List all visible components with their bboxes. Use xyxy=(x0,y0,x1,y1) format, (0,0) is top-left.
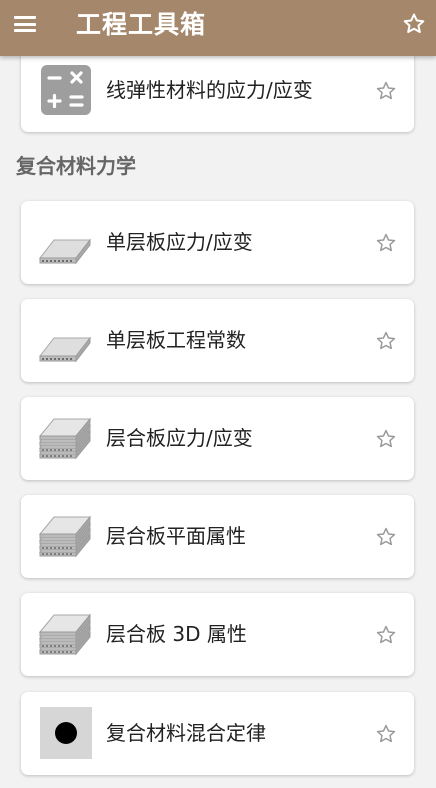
tool-card-label: 层合板应力/应变 xyxy=(106,426,253,450)
tool-card-ply-engineering-constants[interactable]: 单层板工程常数 xyxy=(21,299,414,382)
tool-card-laminate-in-plane-properties[interactable]: 层合板平面属性 xyxy=(21,495,414,578)
calculator-icon xyxy=(41,65,91,115)
tool-card-label: 层合板平面属性 xyxy=(106,524,246,548)
star-outline-icon[interactable] xyxy=(375,232,397,254)
tool-card-ply-stress-strain[interactable]: 单层板应力/应变 xyxy=(21,201,414,284)
star-outline-icon[interactable] xyxy=(375,624,397,646)
star-outline-icon[interactable] xyxy=(375,330,397,352)
rule-of-mixtures-icon xyxy=(40,707,92,759)
app-bar: 工程工具箱 xyxy=(0,0,436,56)
tool-card-label: 单层板应力/应变 xyxy=(106,230,253,254)
single-ply-icon xyxy=(38,238,92,265)
star-outline-icon[interactable] xyxy=(375,723,397,745)
tool-card-label: 复合材料混合定律 xyxy=(106,721,266,745)
tool-card-linear-elastic[interactable]: 线弹性材料的应力/应变 xyxy=(21,49,414,132)
tool-list[interactable]: 线弹性材料的应力/应变 复合材料力学 单层板应力/应变 单层板工程常数 层合板应… xyxy=(0,0,436,788)
star-outline-icon[interactable] xyxy=(375,526,397,548)
tool-card-laminate-3d-properties[interactable]: 层合板 3D 属性 xyxy=(21,593,414,676)
tool-card-label: 单层板工程常数 xyxy=(106,328,246,352)
star-outline-icon[interactable] xyxy=(375,80,397,102)
app-root: 线弹性材料的应力/应变 复合材料力学 单层板应力/应变 单层板工程常数 层合板应… xyxy=(0,0,436,788)
app-title: 工程工具箱 xyxy=(76,10,207,39)
laminate-icon xyxy=(38,613,92,656)
section-header-composites: 复合材料力学 xyxy=(16,154,136,178)
favorites-star-icon[interactable] xyxy=(402,12,426,36)
tool-card-label: 线弹性材料的应力/应变 xyxy=(106,78,313,102)
hamburger-menu-icon[interactable] xyxy=(14,15,36,33)
tool-card-label: 层合板 3D 属性 xyxy=(106,622,247,646)
single-ply-icon xyxy=(38,336,92,363)
tool-card-laminate-stress-strain[interactable]: 层合板应力/应变 xyxy=(21,397,414,480)
laminate-icon xyxy=(38,515,92,558)
star-outline-icon[interactable] xyxy=(375,428,397,450)
tool-card-rule-of-mixtures[interactable]: 复合材料混合定律 xyxy=(21,692,414,775)
laminate-icon xyxy=(38,417,92,460)
